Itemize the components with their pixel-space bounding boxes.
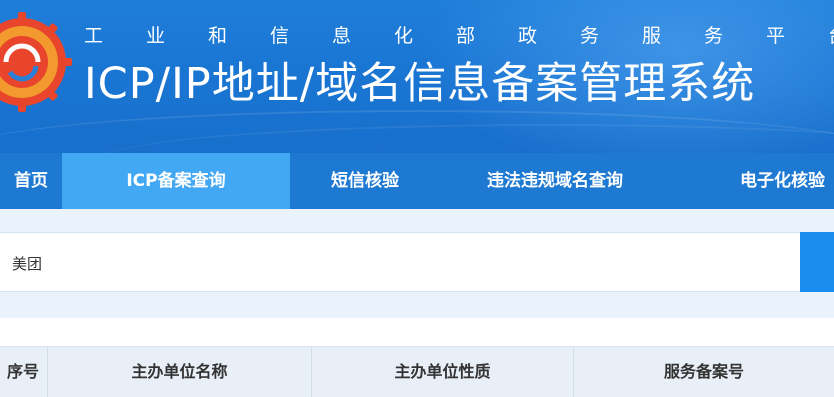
column-header-organizer-type: 主办单位性质 bbox=[312, 347, 574, 397]
page: 工 业 和 信 息 化 部 政 务 服 务 平 台 ICP/IP地址/域名信息备… bbox=[0, 0, 834, 397]
ministry-logo-icon bbox=[0, 12, 72, 112]
divider bbox=[0, 318, 834, 346]
system-title: ICP/IP地址/域名信息备案管理系统 bbox=[84, 59, 756, 109]
platform-subtitle: 工 业 和 信 息 化 部 政 务 服 务 平 台 bbox=[84, 25, 834, 47]
column-header-index: 序号 bbox=[0, 347, 48, 397]
nav-item-sms-verify[interactable]: 短信核验 bbox=[290, 153, 440, 209]
header-banner: 工 业 和 信 息 化 部 政 务 服 务 平 台 ICP/IP地址/域名信息备… bbox=[0, 0, 834, 153]
search-bar bbox=[0, 232, 802, 293]
nav-item-illegal-domain-query[interactable]: 违法违规域名查询 bbox=[440, 153, 670, 209]
main-nav: 首页 ICP备案查询 短信核验 违法违规域名查询 电子化核验 bbox=[0, 153, 834, 209]
nav-item-icp-query[interactable]: ICP备案查询 bbox=[62, 153, 290, 209]
search-input[interactable] bbox=[10, 233, 794, 293]
search-button[interactable] bbox=[800, 232, 834, 292]
nav-item-home[interactable]: 首页 bbox=[0, 153, 62, 209]
column-header-record-number: 服务备案号 bbox=[663, 362, 744, 381]
results-table-header: 序号 主办单位名称 主办单位性质 服务备案号 bbox=[0, 346, 834, 397]
nav-item-electronic-verify[interactable]: 电子化核验 bbox=[670, 153, 834, 209]
column-header-organizer-name: 主办单位名称 bbox=[48, 347, 312, 397]
